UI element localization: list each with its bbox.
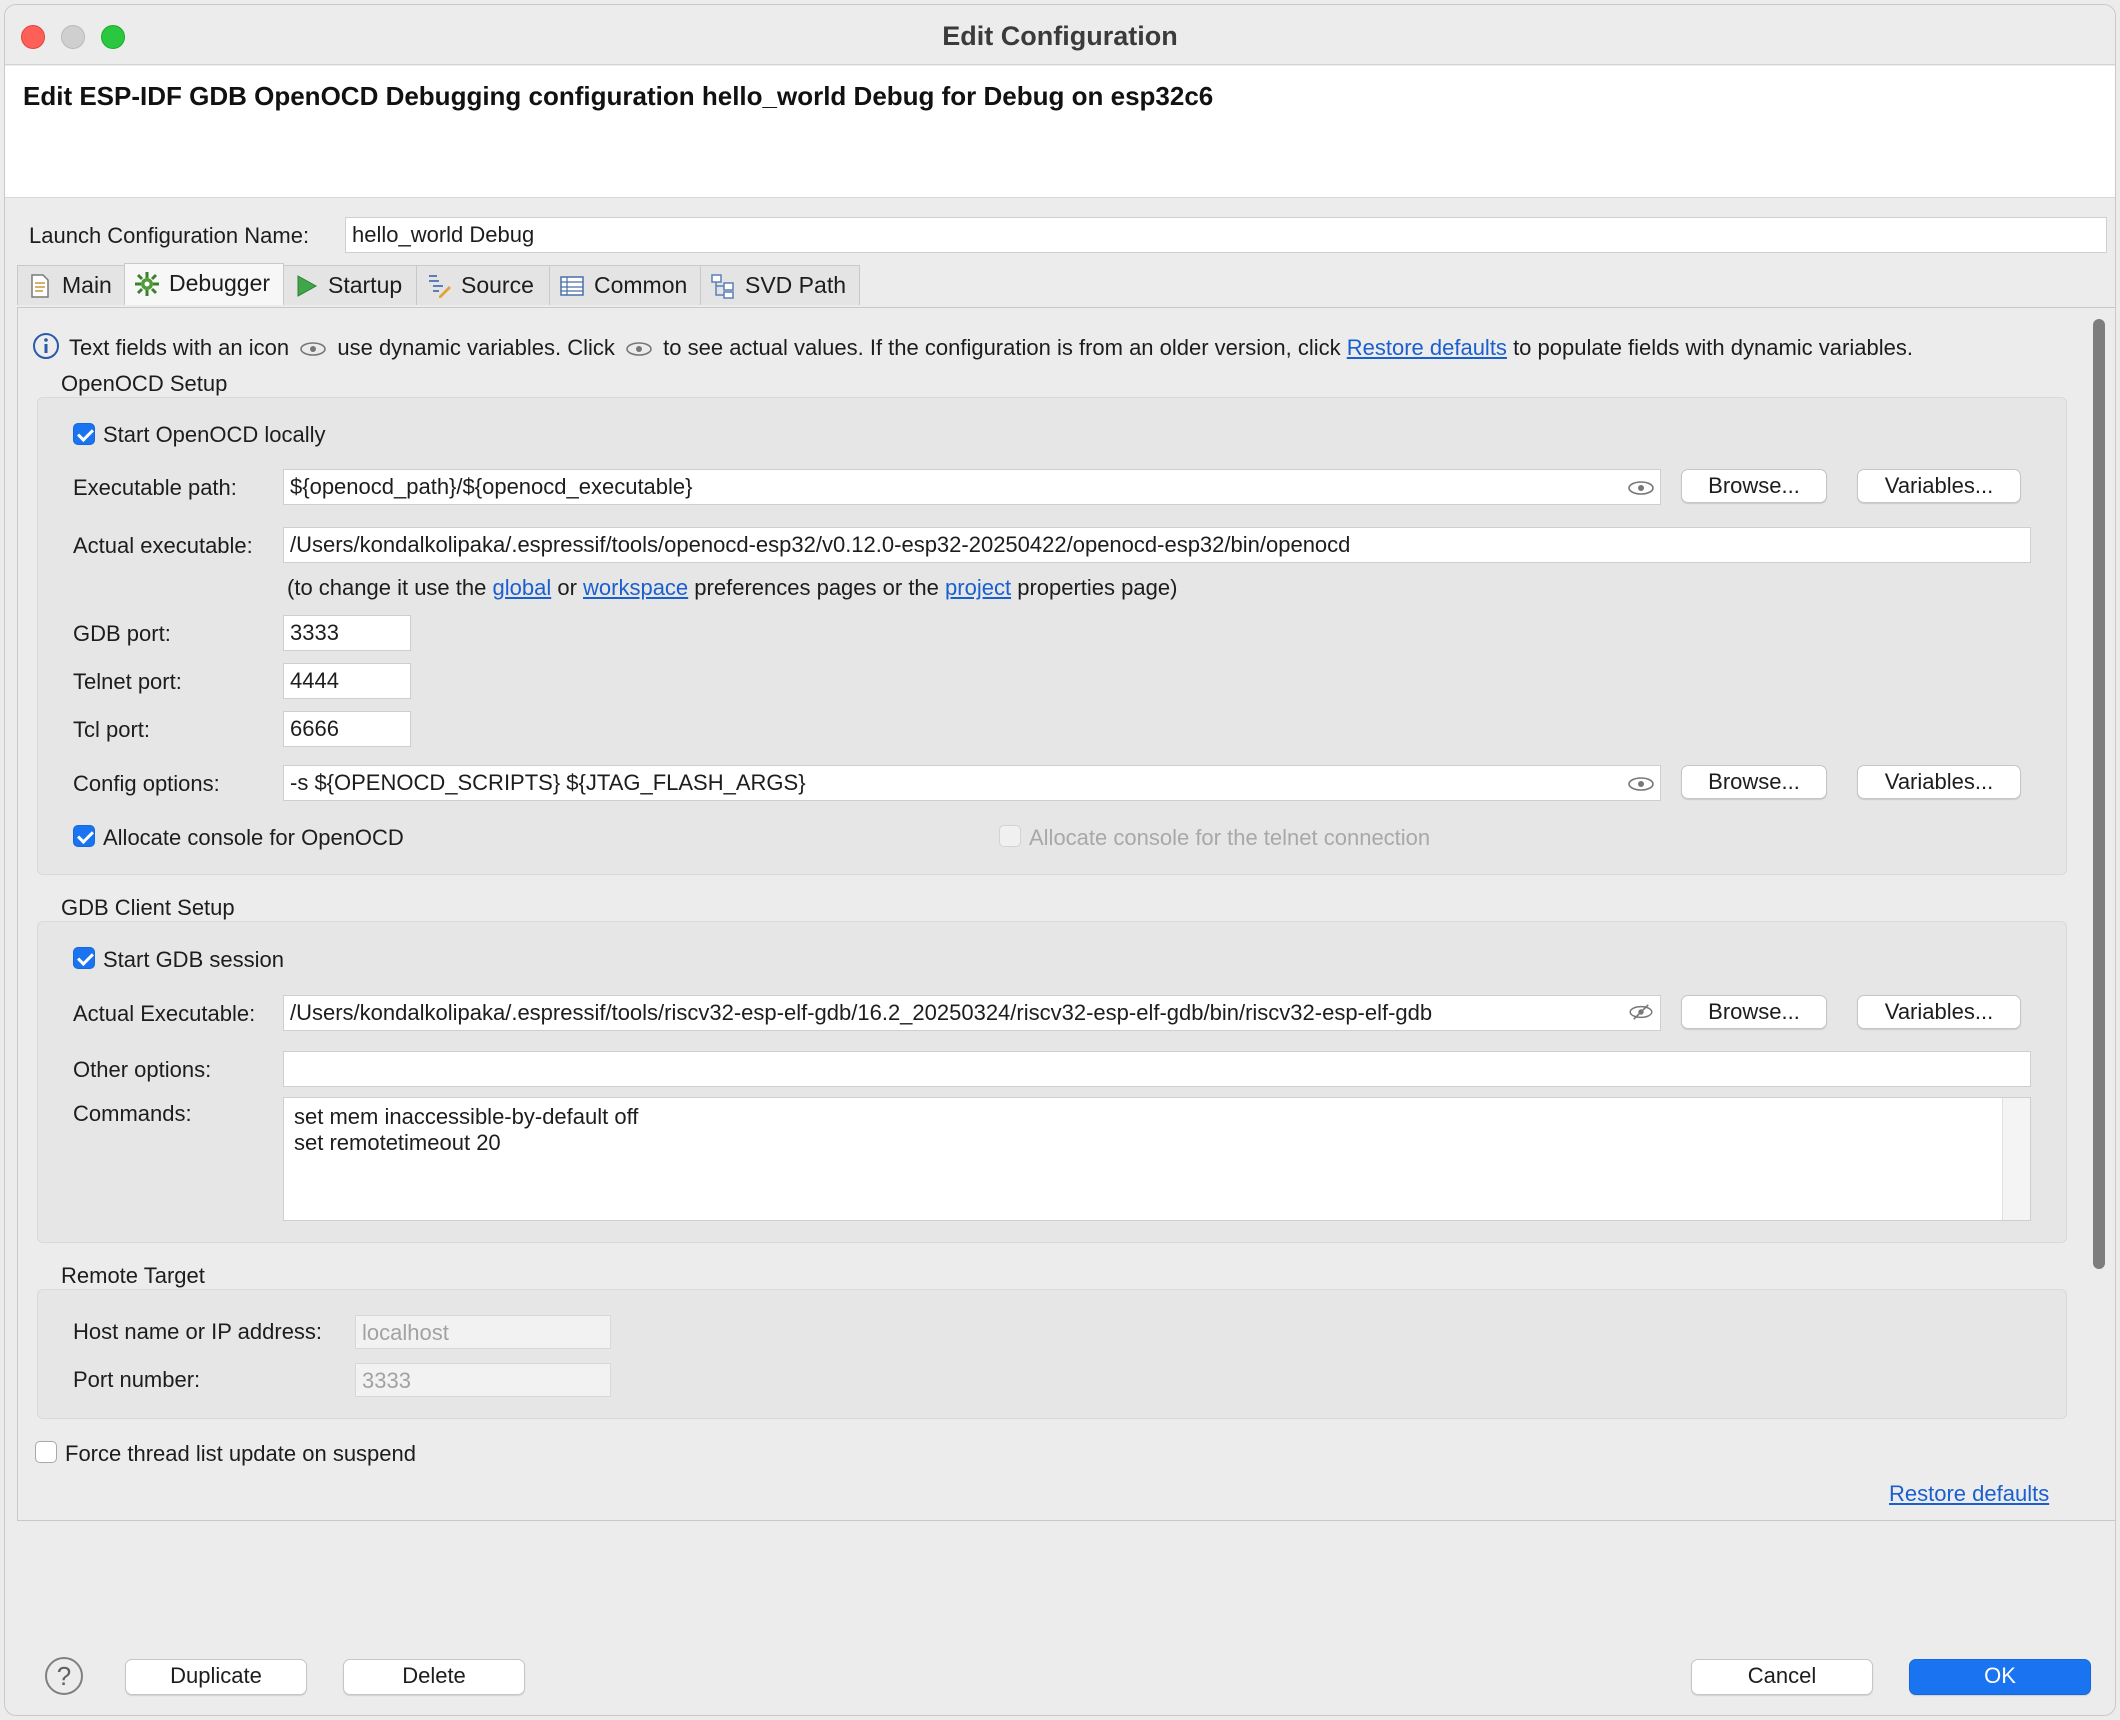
executable-path-input[interactable]: ${openocd_path}/${openocd_executable}: [283, 469, 1661, 505]
panel-scrollbar[interactable]: [2093, 319, 2105, 1269]
eye-icon[interactable]: [1627, 479, 1655, 497]
start-gdb-label: Start GDB session: [103, 947, 284, 972]
restore-defaults-link[interactable]: Restore defaults: [1889, 1481, 2049, 1507]
tab-common-label: Common: [594, 272, 688, 298]
tab-common[interactable]: Common: [549, 265, 701, 305]
ok-button[interactable]: OK: [1909, 1659, 2091, 1695]
table-icon: [560, 276, 584, 296]
document-icon: [31, 274, 49, 298]
variables-gdb-button[interactable]: Variables...: [1857, 995, 2021, 1029]
config-options-input[interactable]: -s ${OPENOCD_SCRIPTS} ${JTAG_FLASH_ARGS}: [283, 765, 1661, 801]
eye-icon: [626, 342, 652, 356]
gdb-actual-executable-input[interactable]: /Users/kondalkolipaka/.espressif/tools/r…: [283, 995, 1661, 1031]
info-restore-defaults-link[interactable]: Restore defaults: [1347, 335, 1507, 360]
host-input[interactable]: localhost: [355, 1315, 611, 1349]
start-openocd-label: Start OpenOCD locally: [103, 422, 326, 447]
remote-target-group: [37, 1289, 2067, 1419]
gdb-port-input[interactable]: 3333: [283, 615, 411, 651]
play-icon: [297, 275, 318, 297]
host-label: Host name or IP address:: [73, 1319, 323, 1344]
eye-icon: [300, 342, 327, 356]
allocate-telnet-checkbox[interactable]: [999, 825, 1021, 847]
info-text: Text fields with an icon use dynamic var…: [69, 335, 1913, 361]
tcl-port-input[interactable]: 6666: [283, 711, 411, 747]
allocate-telnet-label: Allocate console for the telnet connecti…: [1029, 825, 1431, 850]
remote-target-title: Remote Target: [61, 1263, 205, 1288]
start-gdb-checkbox[interactable]: [73, 947, 95, 969]
note-part1: (to change it use the: [287, 575, 487, 600]
port-number-label: Port number:: [73, 1367, 201, 1392]
window-title: Edit Configuration: [942, 21, 1178, 51]
eye-icon[interactable]: [1627, 775, 1655, 793]
actual-executable-label: Actual executable:: [73, 533, 253, 558]
tcl-port-label: Tcl port:: [73, 717, 151, 742]
tab-startup[interactable]: Startup: [283, 265, 417, 305]
note-part3: preferences pages or the: [694, 575, 939, 600]
other-options-label: Other options:: [73, 1057, 212, 1082]
force-thread-label: Force thread list update on suspend: [65, 1441, 417, 1466]
tab-source[interactable]: Source: [416, 265, 550, 305]
commands-textarea[interactable]: set mem inaccessible-by-default off set …: [283, 1097, 2031, 1221]
tab-source-label: Source: [461, 272, 534, 298]
hierarchy-icon: [711, 274, 734, 299]
executable-note: (to change it use the global or workspac…: [287, 575, 1177, 601]
browse-executable-button[interactable]: Browse...: [1681, 469, 1827, 503]
telnet-port-input[interactable]: 4444: [283, 663, 411, 699]
title-bar: Edit Configuration: [5, 5, 2115, 65]
commands-scrollbar[interactable]: [2002, 1098, 2030, 1220]
start-openocd-checkbox[interactable]: [73, 423, 95, 445]
tab-debugger[interactable]: Debugger: [124, 263, 284, 305]
bug-gear-icon: [135, 272, 159, 296]
cancel-button[interactable]: Cancel: [1691, 1659, 1873, 1695]
help-button[interactable]: ?: [45, 1657, 83, 1695]
config-name-input[interactable]: hello_world Debug: [345, 217, 2107, 253]
eye-slash-icon[interactable]: [1627, 1003, 1655, 1021]
gdb-client-setup-title: GDB Client Setup: [61, 895, 235, 920]
global-link[interactable]: global: [492, 575, 551, 600]
workspace-link[interactable]: workspace: [583, 575, 688, 600]
commands-label: Commands:: [73, 1101, 192, 1126]
other-options-input[interactable]: [283, 1051, 2031, 1087]
tab-startup-label: Startup: [328, 272, 403, 298]
dialog-header: Edit ESP-IDF GDB OpenOCD Debugging confi…: [5, 66, 2115, 198]
note-part4: properties page): [1017, 575, 1178, 600]
project-link[interactable]: project: [945, 575, 1011, 600]
executable-path-label: Executable path:: [73, 475, 237, 500]
telnet-port-label: Telnet port:: [73, 669, 182, 694]
openocd-setup-title: OpenOCD Setup: [61, 371, 228, 396]
browse-gdb-button[interactable]: Browse...: [1681, 995, 1827, 1029]
tab-main[interactable]: Main: [17, 265, 125, 305]
header-text: Edit ESP-IDF GDB OpenOCD Debugging confi…: [23, 81, 1214, 111]
config-name-label: Launch Configuration Name:: [29, 223, 310, 248]
note-part2: or: [557, 575, 577, 600]
force-thread-checkbox[interactable]: [35, 1441, 57, 1463]
tab-main-label: Main: [62, 272, 112, 298]
tab-debugger-label: Debugger: [169, 270, 271, 296]
info-icon: [33, 333, 59, 359]
actual-executable-input[interactable]: /Users/kondalkolipaka/.espressif/tools/o…: [283, 527, 2031, 563]
port-number-input[interactable]: 3333: [355, 1363, 611, 1397]
tab-svd-path[interactable]: SVD Path: [700, 265, 860, 305]
gdb-port-label: GDB port:: [73, 621, 171, 646]
allocate-console-checkbox[interactable]: [73, 825, 95, 847]
allocate-console-label: Allocate console for OpenOCD: [103, 825, 404, 850]
info-part4: to populate fields with dynamic variable…: [1513, 335, 1913, 360]
info-part1: Text fields with an icon: [69, 335, 290, 360]
source-icon: [429, 275, 451, 298]
commands-line-1: set mem inaccessible-by-default off: [294, 1104, 639, 1129]
gdb-actual-executable-label: Actual Executable:: [73, 1001, 256, 1026]
commands-line-2: set remotetimeout 20: [294, 1130, 501, 1155]
delete-button[interactable]: Delete: [343, 1659, 525, 1695]
variables-executable-button[interactable]: Variables...: [1857, 469, 2021, 503]
duplicate-button[interactable]: Duplicate: [125, 1659, 307, 1695]
tab-svd-path-label: SVD Path: [745, 272, 846, 298]
info-part3: to see actual values. If the configurati…: [663, 335, 1341, 360]
info-part2: use dynamic variables. Click: [337, 335, 615, 360]
dialog-window: Edit Configuration Edit ESP-IDF GDB Open…: [4, 4, 2116, 1716]
variables-config-button[interactable]: Variables...: [1857, 765, 2021, 799]
config-options-label: Config options:: [73, 771, 220, 796]
browse-config-button[interactable]: Browse...: [1681, 765, 1827, 799]
